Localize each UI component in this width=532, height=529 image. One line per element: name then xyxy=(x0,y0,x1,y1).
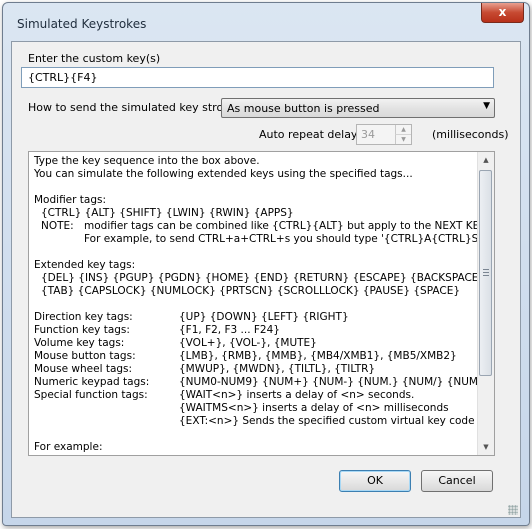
window-title: Simulated Keystrokes xyxy=(17,17,147,31)
ok-button[interactable]: OK xyxy=(339,470,411,492)
tag-name: Direction key tags: xyxy=(34,311,133,323)
spin-down-icon[interactable]: ▼ xyxy=(395,135,411,144)
close-button[interactable]: x xyxy=(481,3,524,23)
tag-name: Function key tags: xyxy=(34,324,130,336)
arrow-down-icon[interactable]: ▼ xyxy=(480,440,492,454)
tag-value: {LMB}, {RMB}, {MMB}, {MB4/XMB1}, {MB5/XM… xyxy=(179,350,457,362)
cancel-button[interactable]: Cancel xyxy=(421,470,493,492)
tag-value: {VOL+}, {VOL-}, {MUTE} xyxy=(179,337,317,349)
help-line: Modifier tags: xyxy=(34,194,107,206)
tag-value: {MWUP}, {MWDN}, {TILTL}, {TILTR} xyxy=(179,363,376,375)
help-line: {TAB} {CAPSLOCK} {NUMLOCK} {PRTSCN} {SCR… xyxy=(41,285,461,297)
auto-repeat-value: 34 xyxy=(361,128,375,141)
title-bar[interactable]: Simulated Keystrokes x xyxy=(3,3,529,43)
custom-key-input[interactable] xyxy=(21,67,494,88)
spin-up-icon[interactable]: ▲ xyxy=(395,125,411,135)
arrow-up-icon[interactable]: ▲ xyxy=(480,153,492,167)
help-line: {CTRL} {ALT} {SHIFT} {LWIN} {RWIN} {APPS… xyxy=(41,207,294,219)
send-mode-value: As mouse button is pressed xyxy=(227,102,380,115)
close-icon: x xyxy=(498,5,507,19)
tag-value: {WAIT<n>} inserts a delay of <n> seconds… xyxy=(179,389,415,401)
chevron-down-icon: ▼ xyxy=(483,101,490,111)
tag-value: {F1, F2, F3 ... F24} xyxy=(179,324,280,336)
tag-name: Mouse wheel tags: xyxy=(34,363,133,375)
tag-name: Volume key tags: xyxy=(34,337,125,349)
tag-value: {WAITMS<n>} inserts a delay of <n> milli… xyxy=(179,402,449,414)
auto-repeat-label: Auto repeat delay xyxy=(259,128,358,141)
vertical-scrollbar[interactable]: ▲ ▼ xyxy=(477,152,494,455)
send-mode-select[interactable]: As mouse button is pressed ▼ xyxy=(221,98,495,118)
help-line: NOTE: xyxy=(41,220,74,232)
grip-line xyxy=(483,275,489,276)
tag-name: Special function tags: xyxy=(34,389,148,401)
help-line: For example: xyxy=(34,441,103,453)
resize-grip-icon[interactable] xyxy=(508,505,518,515)
help-line: For example, to send CTRL+a+CTRL+s you s… xyxy=(84,233,485,245)
help-line: Extended key tags: xyxy=(34,259,136,271)
auto-repeat-unit: (milliseconds) xyxy=(432,128,509,141)
scrollbar-thumb[interactable] xyxy=(479,170,492,376)
send-mode-label: How to send the simulated key strokes: xyxy=(28,101,246,114)
help-line: {DEL} {INS} {PGUP} {PGDN} {HOME} {END} {… xyxy=(41,272,486,284)
help-line: You can simulate the following extended … xyxy=(34,168,413,180)
grip-line xyxy=(483,269,489,270)
tag-value: {NUM0-NUM9} {NUM+} {NUM-} {NUM.} {NUM/} … xyxy=(179,376,490,388)
grip-line xyxy=(483,272,489,273)
custom-key-label: Enter the custom key(s) xyxy=(28,52,161,65)
tag-name: Mouse button tags: xyxy=(34,350,136,362)
tag-name: Numeric keypad tags: xyxy=(34,376,150,388)
tag-value: {UP} {DOWN} {LEFT} {RIGHT} xyxy=(179,311,349,323)
auto-repeat-spinner[interactable]: 34 ▲ ▼ xyxy=(356,124,412,145)
help-line: modifier tags can be combined like {CTRL… xyxy=(84,220,495,232)
ok-button-label: OK xyxy=(367,474,383,487)
cancel-button-label: Cancel xyxy=(438,474,476,487)
help-text-area[interactable]: Type the key sequence into the box above… xyxy=(28,151,495,456)
tag-value: {EXT:<n>} Sends the specified custom vir… xyxy=(179,415,475,427)
help-line: Type the key sequence into the box above… xyxy=(34,155,260,167)
